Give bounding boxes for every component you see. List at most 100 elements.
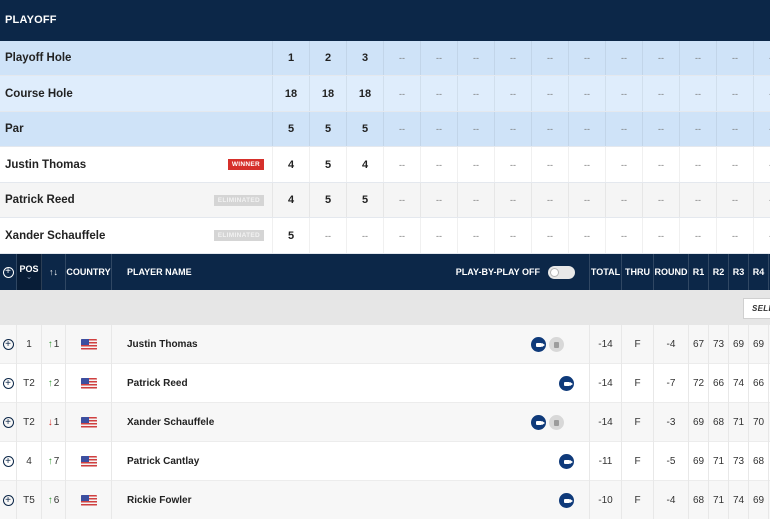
usa-flag-icon <box>80 456 97 467</box>
hole-cell: 3 <box>346 41 383 75</box>
hole-cell: 4 <box>272 183 309 217</box>
hole-cell: -- <box>605 41 642 75</box>
arrow-up-icon: ↑ <box>47 339 53 350</box>
leaderboard-row[interactable]: + T5 ↑ 6 Rickie Fowler -10 F -4 68 71 74 69 <box>0 481 770 519</box>
movement: ↑ 7 <box>42 442 66 481</box>
hole-cell: -- <box>309 218 346 253</box>
r1-score: 69 <box>689 442 709 481</box>
leaderboard-row[interactable]: +1 ↑ 1 Justin Thomas -14 F -4 67 73 69 69 <box>0 325 770 364</box>
video-icon[interactable] <box>559 376 574 391</box>
hole-cell: -- <box>642 41 679 75</box>
expand-row-button[interactable]: + <box>0 481 17 519</box>
player-name[interactable]: Patrick Reed <box>127 378 188 389</box>
player-name[interactable]: Patrick Reed ELIMINATED <box>0 183 272 217</box>
r4-header-label: R4 <box>752 267 765 277</box>
hole-cell: -- <box>457 183 494 217</box>
pos-header-label: POS <box>19 263 39 274</box>
r1-header[interactable]: R1 <box>689 254 709 290</box>
leaderboard-row[interactable]: + T2 ↓ 1 Xander Schauffele -14 F -3 69 68 71 70 <box>0 403 770 442</box>
r4-score: 66 <box>749 364 769 403</box>
position: 4 <box>17 442 42 481</box>
hole-cell: -- <box>420 41 457 75</box>
arrow-down-icon: ↓ <box>47 417 53 428</box>
label-text: Course Hole <box>5 87 73 100</box>
play-by-play-label: PLAY-BY-PLAY OFF <box>455 267 540 277</box>
leaderboard-header: + POS ⌄ ↑↓ COUNTRY PLAYER NAME PLAY-BY-P… <box>0 254 770 290</box>
hole-cell: -- <box>568 147 605 182</box>
hole-cell: -- <box>605 183 642 217</box>
total-header[interactable]: TOTAL <box>590 254 622 290</box>
player-name[interactable]: Justin Thomas WINNER <box>0 147 272 182</box>
video-icon[interactable] <box>559 493 574 508</box>
plus-circle-icon: + <box>2 495 14 506</box>
hole-cell: -- <box>383 183 420 217</box>
usa-flag-icon <box>80 378 97 389</box>
hole-cell: 5 <box>309 147 346 182</box>
player-name[interactable]: Xander Schauffele <box>127 417 214 428</box>
movement: ↑ 6 <box>42 481 66 519</box>
hole-cell: -- <box>753 112 770 146</box>
video-icon[interactable] <box>531 415 546 430</box>
r3-header[interactable]: R3 <box>729 254 749 290</box>
winner-badge: WINNER <box>227 159 264 170</box>
expand-row-button[interactable]: + <box>0 364 17 403</box>
r2-score: 71 <box>709 442 729 481</box>
playoff-title: PLAYOFF <box>0 0 770 41</box>
round-score: -4 <box>654 481 689 519</box>
r4-score: 70 <box>749 403 769 442</box>
scorecard-icon[interactable] <box>549 415 564 430</box>
hole-cell: -- <box>716 183 753 217</box>
total-score: -10 <box>590 481 622 519</box>
hole-cell: -- <box>494 183 531 217</box>
hole-cell: -- <box>716 218 753 253</box>
expand-row-button[interactable]: + <box>0 403 17 442</box>
leaderboard-row[interactable]: + T2 ↑ 2 Patrick Reed -14 F -7 72 66 74 66 <box>0 364 770 403</box>
hole-cell: -- <box>383 41 420 75</box>
expand-all-button[interactable]: + <box>0 254 17 290</box>
hole-cell: -- <box>753 183 770 217</box>
video-icon[interactable] <box>531 337 546 352</box>
hole-cell: -- <box>531 76 568 111</box>
video-icon[interactable] <box>559 454 574 469</box>
sort-pos-header[interactable]: POS ⌄ <box>17 254 42 290</box>
play-by-play-control: PLAY-BY-PLAY OFF <box>455 265 575 279</box>
expand-row-button[interactable]: + <box>0 325 17 364</box>
select-dropdown[interactable]: SELECT <box>743 298 770 319</box>
hole-cell: -- <box>531 218 568 253</box>
hole-cell: -- <box>716 76 753 111</box>
hole-cell: -- <box>642 218 679 253</box>
movement-header[interactable]: ↑↓ <box>42 254 66 290</box>
expand-row-button[interactable]: + <box>0 442 17 481</box>
hole-cell: -- <box>753 147 770 182</box>
country-header[interactable]: COUNTRY <box>66 254 112 290</box>
player-name[interactable]: Rickie Fowler <box>127 495 191 506</box>
player-name-header-label[interactable]: PLAYER NAME <box>127 267 192 277</box>
hole-cell: -- <box>494 41 531 75</box>
plus-circle-icon: + <box>2 456 14 467</box>
play-by-play-toggle[interactable] <box>548 265 575 279</box>
country <box>66 481 112 519</box>
hole-cell: -- <box>679 183 716 217</box>
hole-cell: 18 <box>346 76 383 111</box>
thru-header[interactable]: THRU <box>622 254 654 290</box>
scorecard-icon[interactable] <box>549 337 564 352</box>
label-text: Playoff Hole <box>5 52 72 64</box>
player-name[interactable]: Xander Schauffele ELIMINATED <box>0 218 272 253</box>
player-name[interactable]: Patrick Cantlay <box>127 456 199 467</box>
hole-cell: 2 <box>309 41 346 75</box>
leaderboard-row[interactable]: +4 ↑ 7 Patrick Cantlay -11 F -5 69 71 73 68 <box>0 442 770 481</box>
hole-cell: -- <box>642 112 679 146</box>
r2-header[interactable]: R2 <box>709 254 729 290</box>
hole-cell: 5 <box>309 112 346 146</box>
total-score: -14 <box>590 403 622 442</box>
position: T2 <box>17 403 42 442</box>
player-name[interactable]: Justin Thomas <box>127 339 198 350</box>
hole-cell: 18 <box>309 76 346 111</box>
hole-cell: 5 <box>346 112 383 146</box>
hole-cell: -- <box>568 183 605 217</box>
hole-cell: -- <box>383 147 420 182</box>
round-header[interactable]: ROUND <box>654 254 689 290</box>
playoff-player-row: Patrick Reed ELIMINATED 4 5 5 -- -- -- -- -- -- -- -… <box>0 183 770 218</box>
r4-header[interactable]: R4 <box>749 254 769 290</box>
hole-cell: -- <box>753 41 770 75</box>
